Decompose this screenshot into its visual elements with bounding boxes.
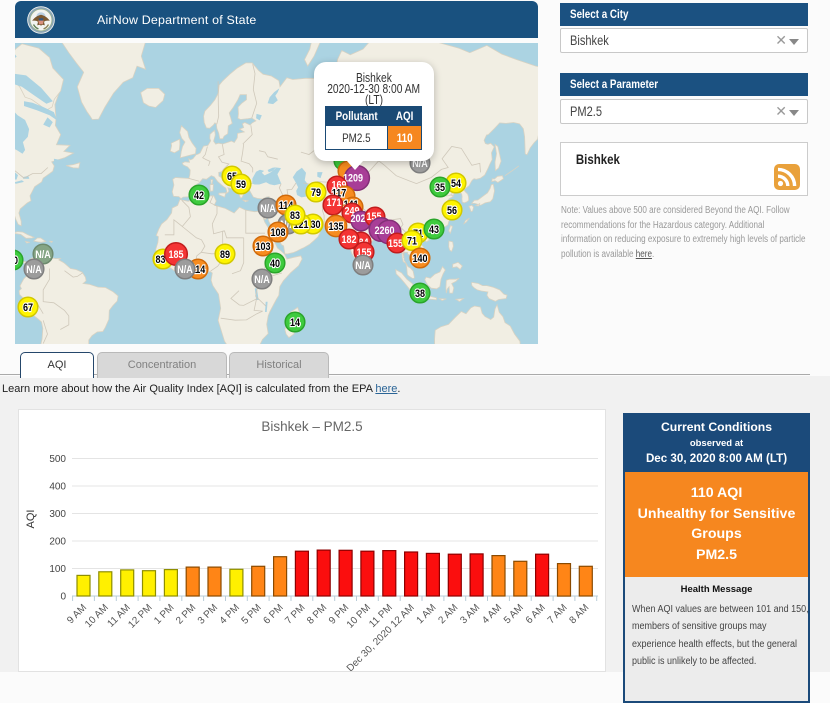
svg-text:7 AM: 7 AM [546, 602, 570, 626]
svg-text:6 AM: 6 AM [524, 602, 548, 626]
svg-text:N/A: N/A [355, 260, 371, 272]
svg-text:10 AM: 10 AM [83, 602, 111, 630]
svg-text:3 PM: 3 PM [196, 602, 220, 626]
svg-text:40: 40 [270, 258, 280, 270]
svg-text:2 PM: 2 PM [174, 602, 198, 626]
svg-text:1 AM: 1 AM [415, 602, 439, 626]
svg-text:38: 38 [415, 288, 425, 300]
svg-text:71: 71 [407, 236, 417, 248]
svg-text:300: 300 [49, 509, 66, 520]
svg-text:AQI: AQI [25, 510, 37, 529]
svg-text:182: 182 [341, 234, 356, 246]
svg-text:12 PM: 12 PM [126, 602, 154, 630]
svg-text:3 AM: 3 AM [458, 602, 482, 626]
svg-text:8 PM: 8 PM [305, 602, 329, 626]
svg-text:10 PM: 10 PM [345, 602, 373, 630]
svg-text:43: 43 [429, 224, 439, 236]
svg-text:2 AM: 2 AM [437, 602, 461, 626]
svg-text:67: 67 [23, 302, 33, 314]
svg-text:N/A: N/A [177, 264, 193, 276]
svg-text:200: 200 [49, 537, 66, 548]
svg-text:202: 202 [350, 213, 365, 225]
svg-text:108: 108 [270, 227, 285, 239]
svg-text:89: 89 [220, 249, 230, 261]
svg-text:35: 35 [435, 182, 445, 194]
svg-text:100: 100 [49, 564, 66, 575]
svg-text:103: 103 [255, 241, 270, 253]
svg-text:6 PM: 6 PM [261, 602, 285, 626]
svg-text:42: 42 [194, 190, 204, 202]
svg-text:Bishkek – PM2.5: Bishkek – PM2.5 [261, 419, 362, 434]
svg-text:54: 54 [451, 178, 461, 190]
svg-text:500: 500 [49, 454, 66, 465]
svg-text:171: 171 [326, 197, 341, 209]
svg-text:50: 50 [15, 255, 18, 267]
svg-text:14: 14 [290, 317, 300, 329]
svg-text:N/A: N/A [254, 274, 270, 286]
svg-text:59: 59 [236, 179, 246, 191]
svg-text:1 PM: 1 PM [152, 602, 176, 626]
svg-text:135: 135 [328, 221, 343, 233]
svg-text:400: 400 [49, 482, 66, 493]
svg-text:N/A: N/A [260, 203, 276, 215]
svg-text:5 PM: 5 PM [240, 602, 264, 626]
svg-text:140: 140 [412, 253, 427, 265]
svg-text:79: 79 [311, 187, 321, 199]
svg-text:4 PM: 4 PM [218, 602, 242, 626]
svg-text:8 AM: 8 AM [568, 602, 592, 626]
svg-text:4 AM: 4 AM [480, 602, 504, 626]
svg-text:83: 83 [290, 210, 300, 222]
svg-text:155: 155 [388, 238, 403, 250]
svg-text:7 PM: 7 PM [283, 602, 307, 626]
svg-text:0: 0 [60, 592, 66, 603]
svg-text:56: 56 [447, 205, 457, 217]
svg-text:5 AM: 5 AM [502, 602, 526, 626]
svg-text:N/A: N/A [26, 264, 42, 276]
